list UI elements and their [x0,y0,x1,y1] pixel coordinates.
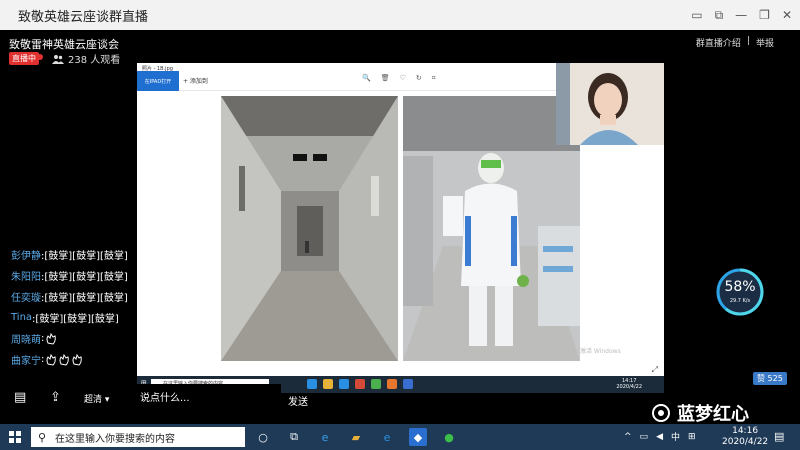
live-dot-icon [37,54,43,60]
chat-message: 朱阳阳:[鼓掌][鼓掌][鼓掌] [11,265,128,286]
delete-icon[interactable]: 🗑 [381,74,390,83]
chat-message: Tina:[鼓掌][鼓掌][鼓掌] [11,307,128,328]
minimize-icon[interactable]: — [735,8,747,22]
viewer-tools: 🔍 🗑 ♡ ↻ ⌗ [362,74,436,83]
intro-link[interactable]: 群直播介绍 [696,36,741,49]
viewer-count-label: 238 人观看 [68,55,121,66]
rotate-icon[interactable]: ↻ [416,74,422,83]
send-button[interactable]: 发送 [288,393,308,408]
like-count[interactable]: 赞 525 [753,372,787,385]
window-titlebar: 致敬英雄云座谈群直播 ▭ ⧉ — ❐ ✕ [0,0,800,30]
notification-icon[interactable]: ▤ [774,430,784,443]
report-link[interactable]: 举报 [756,36,774,49]
people-icon [52,54,64,64]
corridor-photo [221,96,398,361]
viewer-count: 238 人观看 [52,51,120,66]
clarity-select[interactable]: 超清 ▾ [84,392,109,405]
cortana-icon[interactable]: ○ [254,428,272,446]
viewer-add-button[interactable]: + 添加到 [183,76,208,85]
clap-icon [46,353,57,366]
chat-nick[interactable]: 朱阳阳 [11,268,41,283]
taskbar-search[interactable]: ⚲ 在这里输入你要搜索的内容 [31,427,245,447]
taskbar-date: 2020/4/22 [722,437,769,447]
crop-icon[interactable]: ⌗ [432,74,436,83]
zoom-icon[interactable]: 🔍 [362,74,371,83]
medic-photo [403,96,580,361]
taskbar-search-placeholder: 在这里输入你要搜索的内容 [55,433,175,445]
speed-percent: 58% [724,279,756,295]
link-divider: | [746,36,750,46]
wechat-official-icon [652,404,670,422]
network-speed-widget[interactable]: 58% 29.7 K/s [716,268,764,316]
chat-nick[interactable]: 彭伊静 [11,247,41,262]
top-links: 群直播介绍 | 举报 [696,36,774,49]
windows-watermark: 激活 Windows [580,348,621,355]
file-explorer-icon[interactable]: ▰ [347,428,365,446]
chat-nick[interactable]: 曲家宁 [11,352,41,367]
system-tray: ^ ▭ ◀ 中 ⊞ [624,430,696,444]
clap-icon [46,332,57,345]
favorite-icon[interactable]: ♡ [400,74,406,83]
edge-icon[interactable]: e [378,428,396,446]
live-badge: 直播中 [9,52,39,65]
comment-input[interactable]: 说点什么... [133,384,281,414]
taskbar-clock[interactable]: 14:16 2020/4/22 [722,426,768,448]
ime-indicator[interactable]: 中 [671,430,680,443]
task-view-icon[interactable]: ⧉ [285,428,303,446]
clap-icon [59,353,70,366]
restore-icon[interactable]: ❐ [759,8,770,22]
windows-taskbar: ⚲ 在这里输入你要搜索的内容 ○ ⧉ e ▰ e ◆ ● ^ ▭ ◀ 中 ⊞ 1… [0,424,800,450]
presenter-webcam [556,63,664,145]
tray-expand-icon[interactable]: ^ [624,432,632,442]
expand-icon[interactable]: ⤢ [652,365,658,375]
chat-message: 任奕璇:[鼓掌][鼓掌][鼓掌] [11,286,128,307]
chat-text: :[鼓掌][鼓掌][鼓掌] [41,251,128,262]
windows-start-icon[interactable] [9,431,21,443]
stream-name: 致敬雷神英雄云座谈会 [9,38,119,51]
share-icon[interactable]: ⇪ [50,390,61,405]
chat-text: :[鼓掌][鼓掌][鼓掌] [41,272,128,283]
close-icon[interactable]: ✕ [782,8,792,22]
chat-nick[interactable]: Tina [11,312,32,323]
window-title: 致敬英雄云座谈群直播 [18,9,149,25]
ie-icon[interactable]: e [316,428,334,446]
input-mode-icon[interactable]: ⊞ [688,432,696,442]
brand-watermark: 蓝梦红心 [651,400,749,426]
chat-message: 周晓萌: [11,328,128,349]
taskbar-apps: ○ ⧉ e ▰ e ◆ ● [254,428,458,446]
chat-list: 彭伊静:[鼓掌][鼓掌][鼓掌] 朱阳阳:[鼓掌][鼓掌][鼓掌] 任奕璇:[鼓… [11,244,128,370]
wechat-icon[interactable]: ● [440,428,458,446]
brand-name: 蓝梦红心 [677,404,749,425]
qq-live-icon[interactable]: ◆ [409,428,427,446]
window-controls: ▭ ⧉ — ❐ ✕ [691,0,792,30]
chat-message: 彭伊静:[鼓掌][鼓掌][鼓掌] [11,244,128,265]
chat-nick[interactable]: 任奕璇 [11,289,41,304]
search-icon: ⚲ [38,430,47,444]
pip-icon[interactable]: ▭ [691,8,702,22]
share-screen-icon[interactable]: ⧉ [715,8,724,23]
speed-rate: 29.7 K/s [729,298,751,304]
viewer-tab[interactable]: 在IPAD打开 [137,71,179,91]
clap-icon [72,353,83,366]
chat-text: :[鼓掌][鼓掌][鼓掌] [32,314,119,325]
chat-text: :[鼓掌][鼓掌][鼓掌] [41,293,128,304]
taskbar-time: 14:16 [732,426,759,436]
clarity-label: 超清 [84,395,103,405]
chat-message: 曲家宁: [11,349,128,370]
danmaku-icon[interactable]: ▤ [14,390,26,405]
network-icon[interactable]: ▭ [640,432,649,442]
volume-icon[interactable]: ◀ [656,432,663,442]
chat-nick[interactable]: 周晓萌 [11,331,41,346]
